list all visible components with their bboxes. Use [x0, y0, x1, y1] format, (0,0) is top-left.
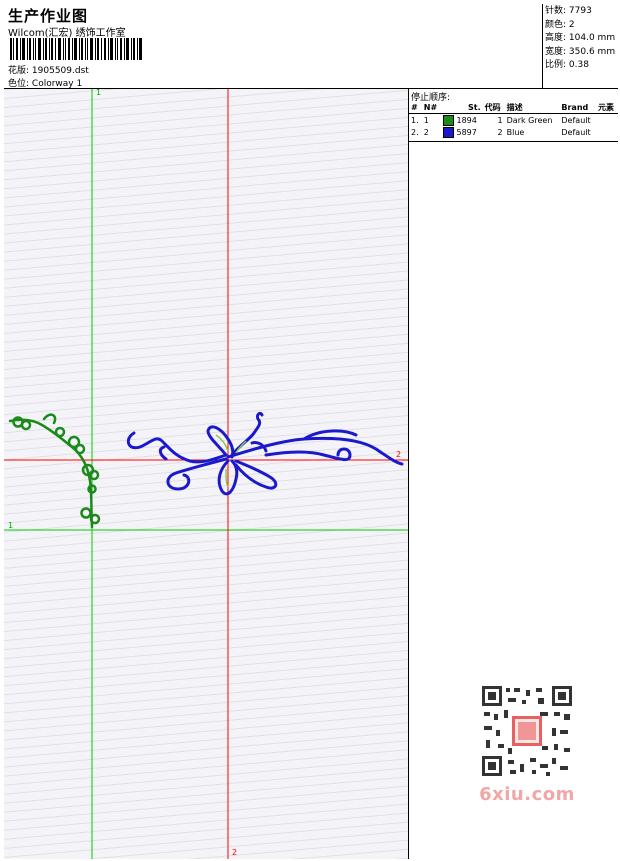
barcode	[10, 38, 142, 60]
stat-stitches: 针数: 7793	[545, 6, 592, 16]
colorway-label: 色位:	[8, 79, 30, 89]
stop-sequence-table: # N# St. 代码 描述 Brand 元素 1. 1 1894 1 Dark…	[409, 101, 618, 138]
color-swatch	[442, 114, 454, 126]
color-swatch	[442, 126, 454, 138]
design-label: 花版:	[8, 66, 30, 76]
col-element: 元素	[595, 101, 618, 114]
green-vertical-guide-label: 1	[96, 88, 102, 97]
colorway-value: Colorway 1	[31, 79, 83, 89]
red-vertical-guide-label: 2	[232, 848, 238, 857]
studio-name: Wilcom(汇宏) 绣饰工作室	[8, 28, 126, 39]
stat-height: 高度: 104.0 mm	[545, 33, 616, 43]
col-index: #	[409, 101, 422, 114]
stat-scale: 比例: 0.38	[545, 60, 589, 70]
qr-code	[480, 684, 574, 778]
green-horizontal-guide-label: 1	[8, 521, 14, 530]
design-preview	[4, 89, 408, 859]
col-brand: Brand	[559, 101, 596, 114]
col-description: 描述	[504, 101, 560, 114]
design-canvas: 1 1 2 2	[4, 88, 409, 859]
design-field: 花版: 1905509.dst	[8, 63, 89, 76]
colorway-field: 色位: Colorway 1	[8, 76, 82, 89]
col-stitches: St.	[440, 101, 483, 114]
design-stats: 针数: 7793 颜色: 2 高度: 104.0 mm 宽度: 350.6 mm…	[542, 4, 618, 89]
watermark-text: 6xiu.com	[479, 784, 575, 805]
red-horizontal-guide-label: 2	[396, 450, 402, 459]
col-code: 代码	[482, 101, 505, 114]
stat-colors: 颜色: 2	[545, 19, 575, 30]
design-value: 1905509.dst	[31, 66, 89, 76]
col-n: N#	[421, 101, 441, 114]
panel-divider	[409, 141, 618, 142]
stat-width: 宽度: 350.6 mm	[545, 46, 616, 57]
header: 生产作业图 Wilcom(汇宏) 绣饰工作室 花版: 1905509.dst 色…	[4, 4, 618, 89]
qr-watermark: 6xiu.com	[470, 680, 584, 814]
page-title: 生产作业图	[8, 7, 89, 25]
green-vine-embroidery	[8, 413, 101, 529]
table-header-row: # N# St. 代码 描述 Brand 元素	[409, 101, 618, 114]
table-row: 2. 2 5897 2 Blue Default	[411, 126, 591, 138]
table-row: 1. 1 1894 1 Dark Green Default	[411, 114, 591, 126]
blue-butterfly-embroidery	[126, 411, 404, 496]
